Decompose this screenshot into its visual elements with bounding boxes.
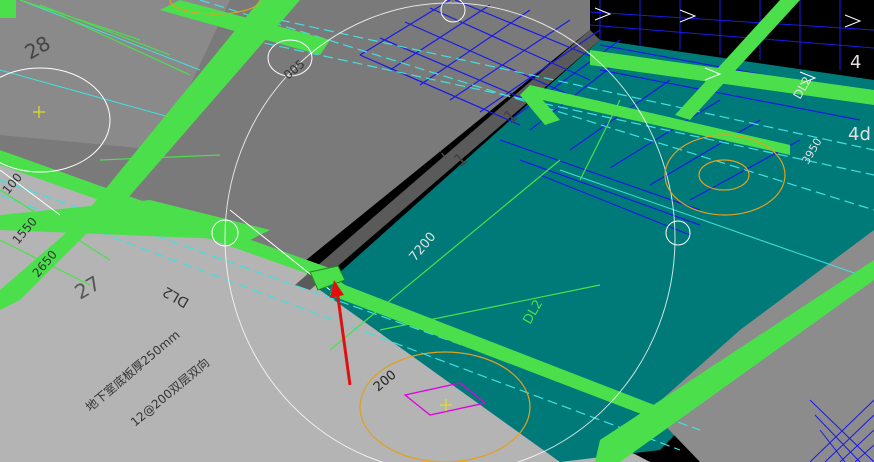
cad-3d-viewport[interactable]: 27 28 DL2 DL2 DL2 7200 200 1550 2650 100… bbox=[0, 0, 874, 462]
corner-label-4d: 4d bbox=[848, 124, 871, 145]
corner-label-4: 4 bbox=[850, 52, 861, 73]
cad-canvas[interactable]: 27 28 DL2 DL2 DL2 7200 200 1550 2650 100… bbox=[0, 0, 874, 462]
